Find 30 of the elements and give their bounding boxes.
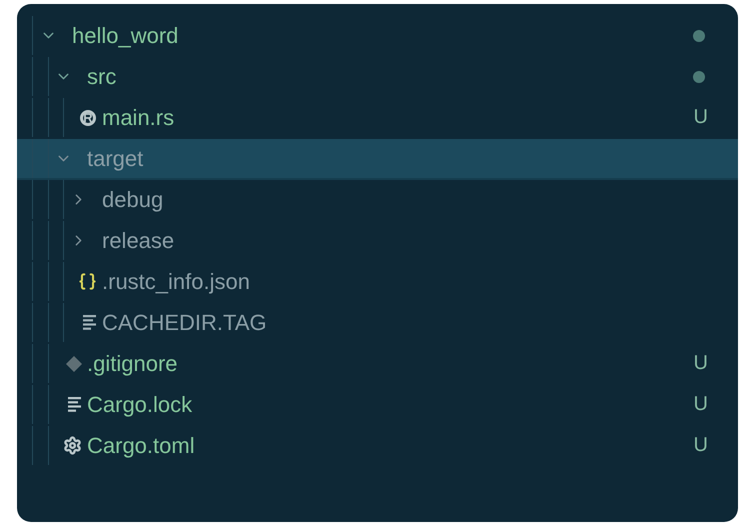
git-status: U	[694, 106, 708, 129]
folder-name: target	[87, 146, 144, 172]
tree-row[interactable]: main.rs U	[17, 98, 738, 139]
tree-row[interactable]: debug	[17, 180, 738, 221]
file-name: Cargo.toml	[87, 432, 196, 458]
text-lines-icon	[68, 397, 82, 412]
tree-row[interactable]: .rustc_info.json	[17, 262, 738, 303]
file-name: Cargo.lock	[87, 392, 194, 418]
git-status: U	[694, 393, 708, 416]
folder-name: debug	[102, 186, 164, 212]
tree-row[interactable]: .gitignore U	[17, 344, 738, 385]
tree-row[interactable]: CACHEDIR.TAG	[17, 303, 738, 344]
tree-row[interactable]: Cargo.lock U	[17, 385, 738, 426]
braces-icon	[78, 272, 97, 291]
git-status: U	[694, 434, 708, 457]
folder-name: hello_word	[72, 22, 180, 48]
file-name: main.rs	[102, 104, 176, 130]
file-name: CACHEDIR.TAG	[102, 310, 268, 336]
tree-row[interactable]: src	[17, 57, 738, 98]
text-lines-icon	[83, 315, 97, 330]
file-name: .gitignore	[87, 350, 179, 376]
diamond-icon	[66, 356, 82, 372]
gear-icon	[63, 436, 82, 455]
folder-name: src	[87, 64, 118, 90]
git-status: U	[694, 352, 708, 375]
file-name: .rustc_info.json	[102, 268, 251, 294]
folder-name: release	[102, 228, 176, 254]
tree-row[interactable]: hello_word	[17, 16, 738, 57]
tree-row[interactable]: Cargo.toml U	[17, 426, 738, 467]
tree-row[interactable]: release	[17, 221, 738, 262]
